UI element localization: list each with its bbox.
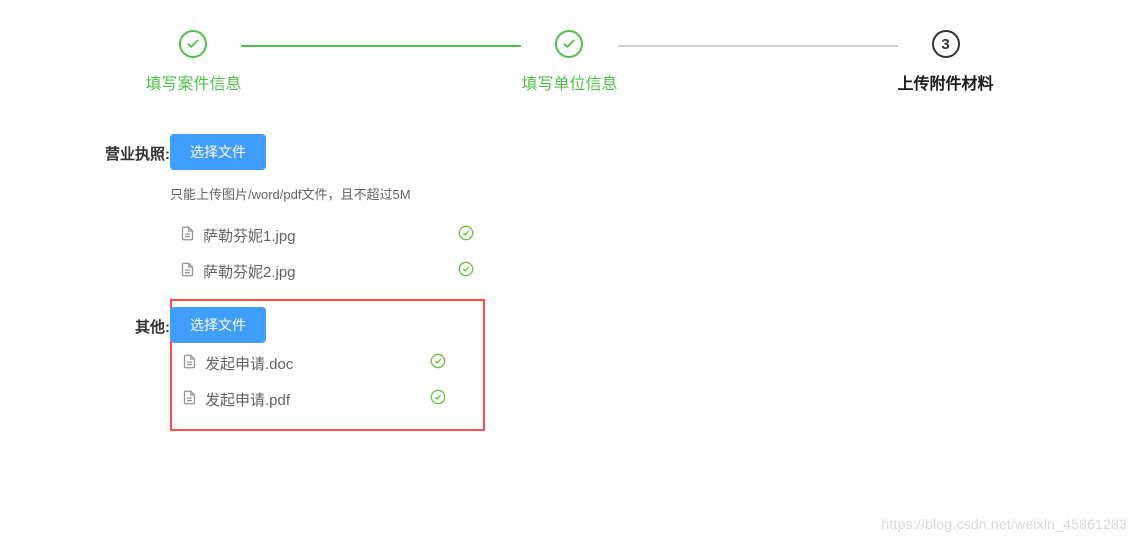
step-2: 填写单位信息 [521,30,617,94]
step-1: 填写案件信息 [145,30,241,94]
file-name: 萨勒芬妮2.jpg [203,261,296,282]
success-icon [430,353,446,373]
step-2-label: 填写单位信息 [521,70,617,94]
success-icon [458,225,474,245]
check-icon [562,37,576,51]
file-name: 萨勒芬妮1.jpg [203,225,296,246]
step-3: 3 上传附件材料 [898,30,994,94]
label-license: 营业执照: [75,134,170,289]
row-other: 其他: 选择文件 发起申请.doc [75,307,1139,431]
list-item[interactable]: 发起申请.pdf [172,381,483,417]
document-icon [180,226,195,245]
document-icon [180,262,195,281]
file-list-other: 发起申请.doc 发起申请.pdf [172,345,483,417]
list-item[interactable]: 萨勒芬妮2.jpg [170,253,1139,289]
select-file-button[interactable]: 选择文件 [170,134,266,170]
content-other: 选择文件 发起申请.doc [170,307,1139,431]
content-license: 选择文件 只能上传图片/word/pdf文件，且不超过5M 萨勒芬妮1.jpg [170,134,1139,289]
upload-hint: 只能上传图片/word/pdf文件，且不超过5M [170,184,1139,203]
watermark: https://blog.csdn.net/weixin_45861283 [881,516,1127,532]
step-3-circle: 3 [932,30,960,58]
step-line-2 [618,45,898,47]
check-icon [186,37,200,51]
list-item[interactable]: 发起申请.doc [172,345,483,381]
file-name: 发起申请.pdf [205,389,290,410]
step-line-1 [241,45,521,47]
form-area: 营业执照: 选择文件 只能上传图片/word/pdf文件，且不超过5M 萨勒芬妮… [0,134,1139,431]
step-3-label: 上传附件材料 [898,70,994,94]
document-icon [182,390,197,409]
steps-bar: 填写案件信息 填写单位信息 3 上传附件材料 [0,30,1139,94]
list-item[interactable]: 萨勒芬妮1.jpg [170,217,1139,253]
file-list-license: 萨勒芬妮1.jpg 萨勒芬妮2.jpg [170,217,1139,289]
row-license: 营业执照: 选择文件 只能上传图片/word/pdf文件，且不超过5M 萨勒芬妮… [75,134,1139,289]
label-other: 其他: [75,307,170,431]
success-icon [458,261,474,281]
select-file-button[interactable]: 选择文件 [170,307,266,343]
step-2-circle [555,30,583,58]
success-icon [430,389,446,409]
step-1-label: 填写案件信息 [145,70,241,94]
step-1-circle [179,30,207,58]
file-name: 发起申请.doc [205,353,293,374]
document-icon [182,354,197,373]
